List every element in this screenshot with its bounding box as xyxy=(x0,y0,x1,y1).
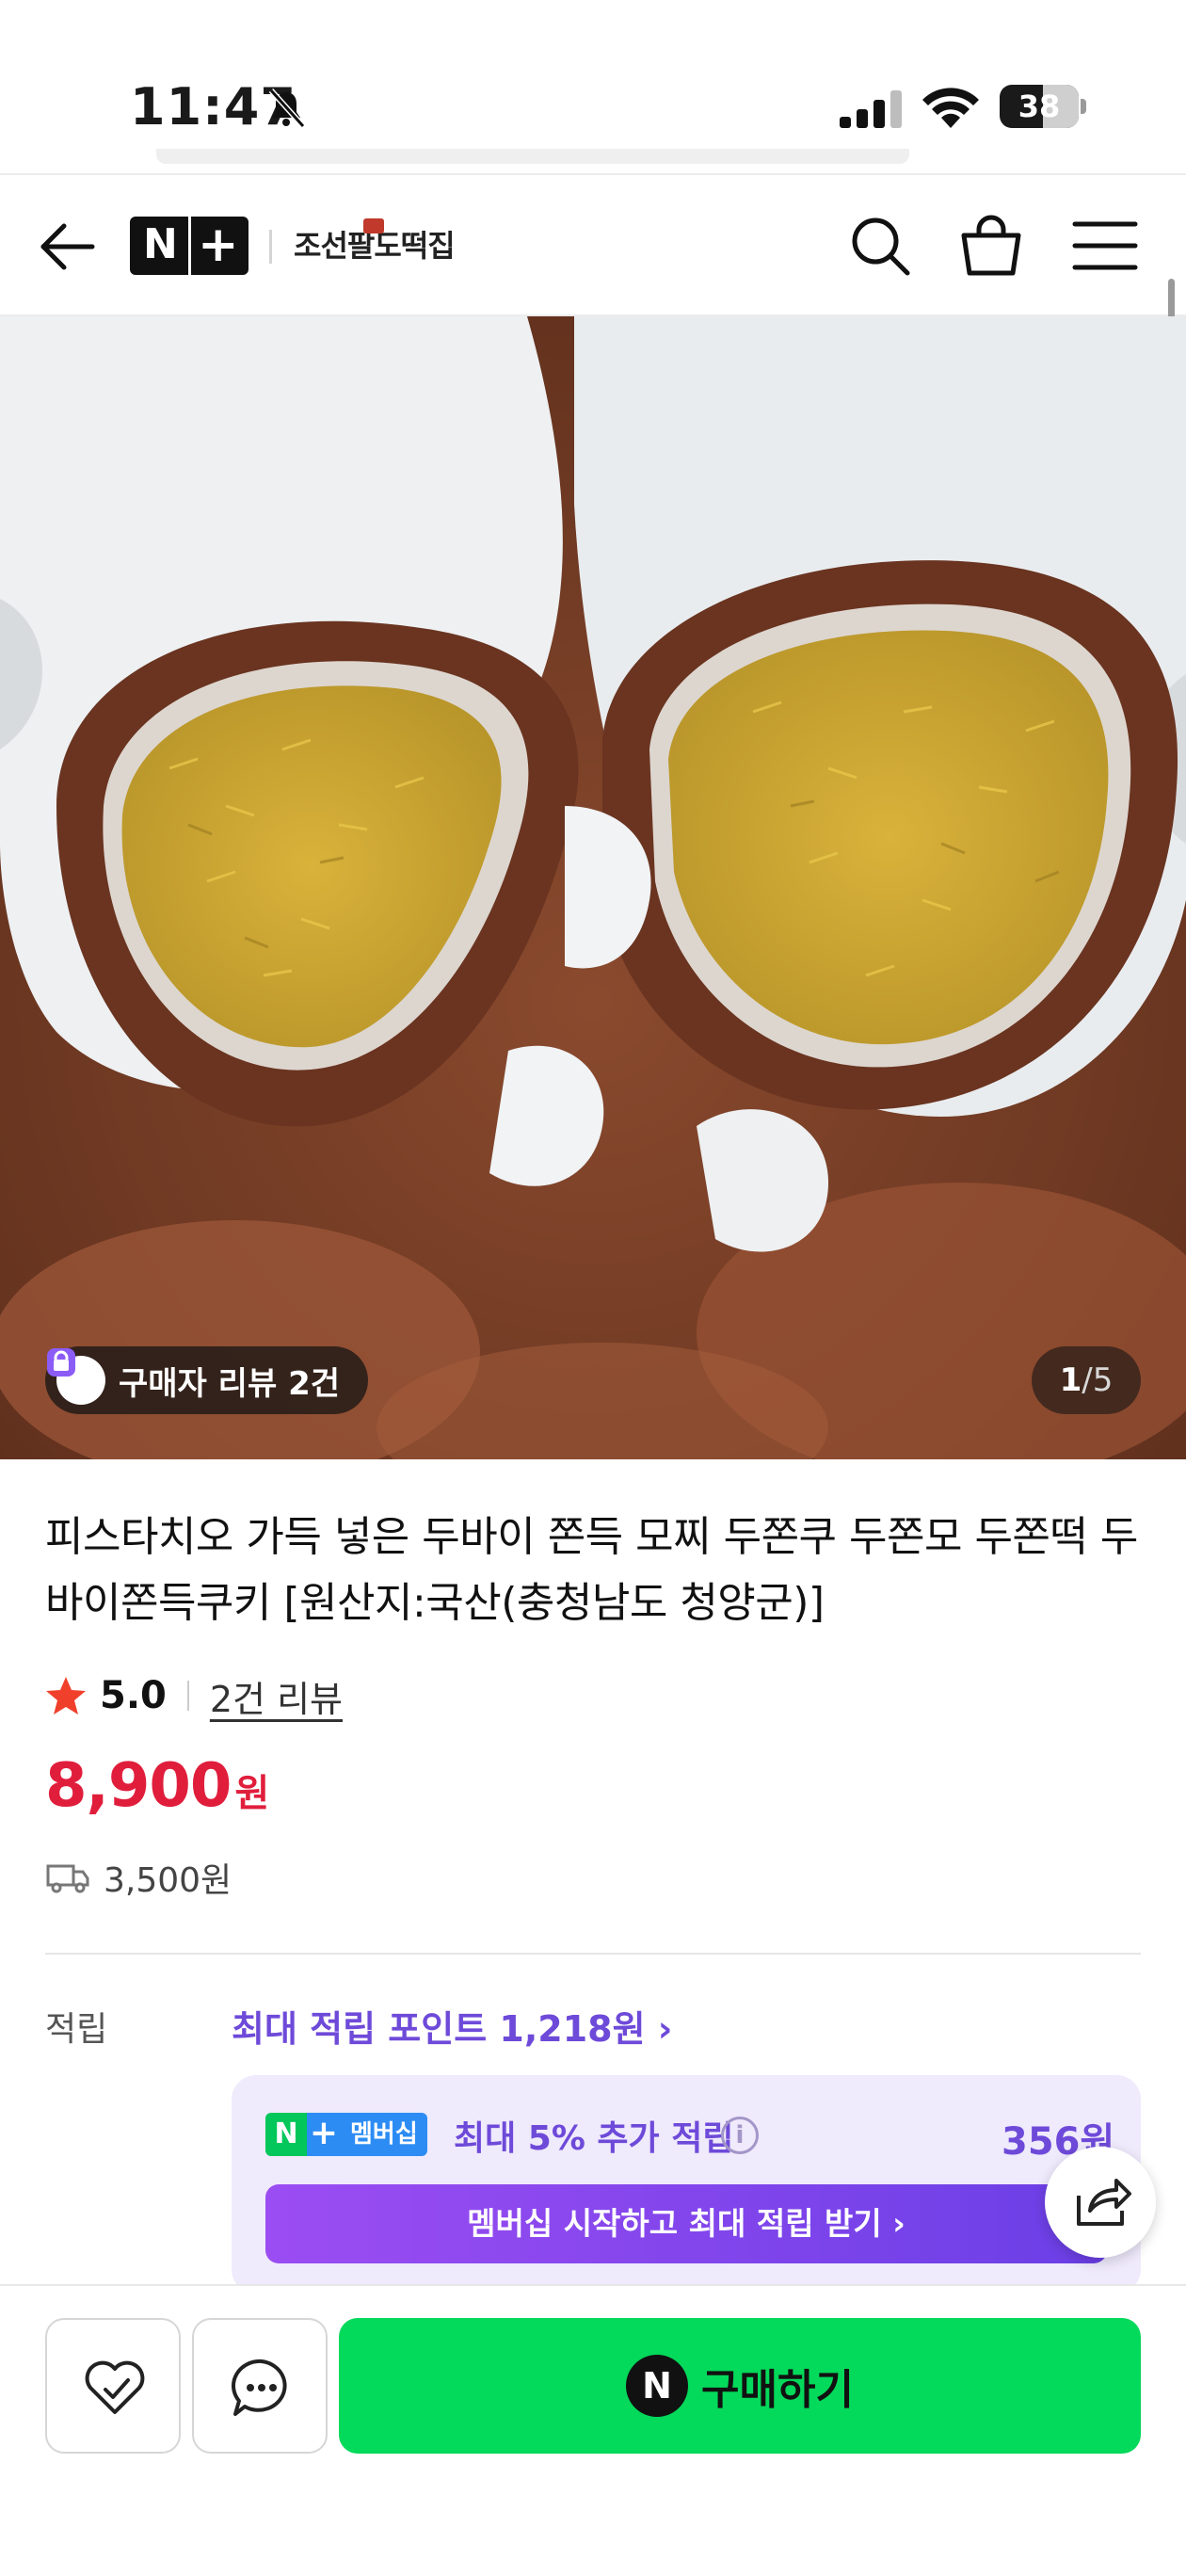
product-image-gallery[interactable]: 구매자 리뷰 2건 1/5 xyxy=(0,316,1186,1459)
share-icon xyxy=(1077,2179,1131,2226)
info-icon[interactable]: i xyxy=(721,2117,759,2154)
total-pages: 5 xyxy=(1092,1361,1114,1399)
shopping-bag-icon[interactable] xyxy=(956,213,1026,279)
max-points-link[interactable]: 최대 적립 포인트 1,218원 › xyxy=(232,2000,672,2052)
status-bar: 11:47 38 xyxy=(0,0,1186,164)
store-seal-icon xyxy=(363,218,384,233)
npay-icon: N xyxy=(626,2355,689,2417)
search-icon[interactable] xyxy=(847,213,913,279)
heart-check-icon xyxy=(85,2360,145,2414)
price: 8,900 원 xyxy=(45,1751,269,1830)
buy-button-label: 구매하기 xyxy=(701,2366,854,2414)
bottom-action-bar: N 구매하기 xyxy=(0,2284,1186,2576)
talk-chat-button[interactable] xyxy=(192,2318,328,2454)
badge-plus: + xyxy=(307,2113,341,2156)
badge-label: 멤버십 xyxy=(341,2113,427,2156)
nplus-logo[interactable]: N + xyxy=(130,217,248,275)
page-separator: / xyxy=(1082,1361,1093,1399)
cellular-signal-icon xyxy=(840,90,902,128)
menu-icon[interactable] xyxy=(1071,217,1139,275)
review-badge-text: 구매자 리뷰 2건 xyxy=(119,1364,341,1403)
shipping-fee: 3,500원 xyxy=(104,1861,232,1900)
wishlist-button[interactable] xyxy=(45,2318,181,2454)
url-bar-edge xyxy=(156,149,909,164)
price-unit: 원 xyxy=(234,1772,270,1815)
header: N + 조선팔도떡집 xyxy=(0,173,1186,316)
section-divider xyxy=(45,1953,1141,1955)
bell-muted-icon xyxy=(268,88,306,128)
review-count-link[interactable]: 2건 리뷰 xyxy=(210,1670,343,1722)
wifi-icon xyxy=(922,88,979,128)
buyer-review-badge[interactable]: 구매자 리뷰 2건 xyxy=(45,1346,369,1414)
battery-level: 38 xyxy=(1018,89,1061,124)
shipping-info: 3,500원 xyxy=(45,1851,232,1904)
product-title: 피스타치오 가득 넣은 두바이 쫀득 모찌 두쫀쿠 두쫀모 두쫀떡 두바이쫀득쿠… xyxy=(45,1513,1138,1627)
membership-extra-points-text: 최대 5% 추가 적립 xyxy=(454,2119,734,2158)
back-arrow-icon[interactable] xyxy=(34,217,100,277)
price-amount: 8,900 xyxy=(45,1751,232,1821)
membership-start-button[interactable]: 멤버십 시작하고 최대 적립 받기 › xyxy=(265,2184,1107,2263)
review-bag-icon xyxy=(47,1348,105,1405)
buy-button[interactable]: N 구매하기 xyxy=(339,2318,1141,2454)
delivery-truck-icon xyxy=(46,1864,89,1893)
rating-row: 5.0 2건 리뷰 xyxy=(45,1668,343,1723)
battery-indicator: 38 xyxy=(1000,85,1086,128)
rating-separator xyxy=(186,1681,189,1711)
rating-score: 5.0 xyxy=(100,1674,167,1717)
product-photo xyxy=(0,316,1186,1459)
badge-n: N xyxy=(265,2113,307,2156)
share-button[interactable] xyxy=(1045,2147,1156,2258)
current-page: 1 xyxy=(1059,1361,1082,1399)
chat-bubble-icon xyxy=(232,2359,287,2416)
nplus-membership-badge: N + 멤버십 xyxy=(265,2113,427,2156)
points-label: 적립 xyxy=(45,2010,108,2049)
logo-separator xyxy=(269,230,272,264)
membership-points-box: N + 멤버십 최대 5% 추가 적립 i 356원 멤버십 시작하고 최대 적… xyxy=(232,2075,1141,2294)
star-icon xyxy=(46,1677,86,1715)
image-page-indicator: 1/5 xyxy=(1032,1346,1141,1414)
